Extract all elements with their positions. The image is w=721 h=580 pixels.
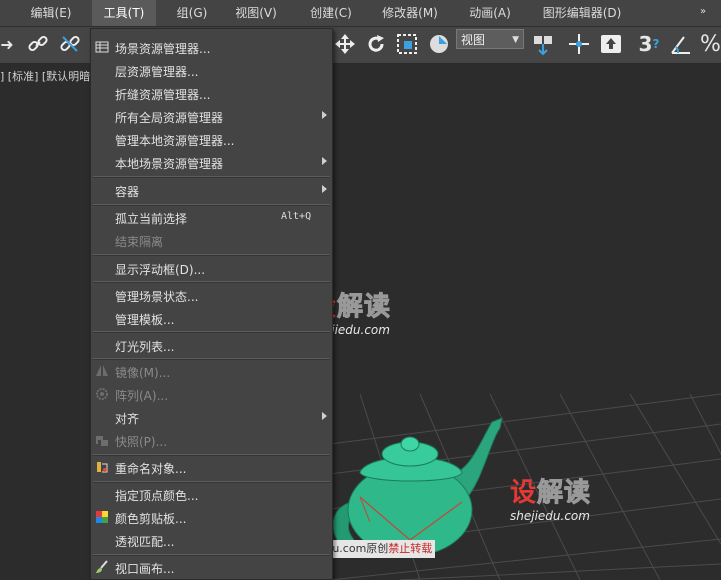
menu-item-label: 管理模板...	[115, 313, 175, 327]
menu-item-layer-explorer[interactable]: 层资源管理器...	[91, 59, 332, 82]
menu-item-display-floater[interactable]: 显示浮动框(D)...	[91, 257, 332, 280]
select-manipulate-icon[interactable]	[566, 31, 592, 57]
menu-item-label: 层资源管理器...	[115, 65, 199, 79]
menu-item-snapshot: 快照(P)...	[91, 429, 332, 452]
menu-item-mirror: 镜像(M)...	[91, 360, 332, 383]
unlink-icon[interactable]	[56, 31, 84, 57]
table-icon	[95, 41, 109, 53]
menu-item-containers[interactable]: 容器	[91, 179, 332, 202]
menu-item-label: 所有全局资源管理器	[115, 111, 224, 125]
watermark-en-2: shejiedu.com	[510, 509, 590, 523]
menu-item-manage-scene-states[interactable]: 管理场景状态...	[91, 284, 332, 307]
menu-item-isolate-selection[interactable]: 孤立当前选择 Alt+Q	[91, 206, 332, 229]
watermark-cn-2: 设解读	[510, 478, 592, 509]
menu-item-array: 阵列(A)...	[91, 383, 332, 406]
menu-create[interactable]: 创建(C)	[304, 0, 358, 26]
menu-view[interactable]: 视图(V)	[228, 0, 284, 26]
menu-item-crease-explorer[interactable]: 折缝资源管理器...	[91, 82, 332, 105]
snaps-dimension-label: 3	[638, 32, 653, 56]
menu-item-manage-local-explorers[interactable]: 管理本地资源管理器...	[91, 128, 332, 151]
menu-item-all-global-explorers[interactable]: 所有全局资源管理器	[91, 105, 332, 128]
pivot-center-icon[interactable]	[530, 31, 556, 57]
menu-item-label: 折缝资源管理器...	[115, 88, 211, 102]
menu-item-manage-templates[interactable]: 管理模板...	[91, 307, 332, 330]
menu-item-label: 场景资源管理器...	[115, 42, 211, 56]
credit-warning: 禁止转载	[388, 542, 433, 555]
menu-item-label: 管理场景状态...	[115, 290, 199, 304]
menu-item-label: 颜色剪贴板...	[115, 512, 187, 526]
menu-separator	[93, 281, 330, 283]
menu-item-align[interactable]: 对齐	[91, 406, 332, 429]
menu-item-label: 阵列(A)...	[115, 389, 169, 403]
menu-item-shortcut: Alt+Q	[281, 211, 312, 222]
submenu-arrow-icon	[322, 412, 327, 420]
snapshot-icon	[96, 436, 108, 446]
menu-separator	[93, 176, 330, 178]
array-icon	[96, 388, 108, 400]
menu-group[interactable]: 组(G)	[170, 0, 214, 26]
menu-graph-editors[interactable]: 图形编辑器(D)	[536, 0, 628, 26]
snaps-toggle-icon[interactable]: 3?	[636, 31, 662, 57]
menu-separator	[93, 331, 330, 333]
menu-item-scene-explorer[interactable]: 场景资源管理器...	[91, 36, 332, 59]
menu-tools[interactable]: 工具(T)	[92, 0, 156, 26]
mirror-icon	[96, 365, 108, 376]
menu-overflow-icon[interactable]: »	[700, 6, 706, 17]
move-icon[interactable]	[333, 31, 357, 57]
menu-item-rename-objects[interactable]: 重命名对象...	[91, 456, 332, 479]
menu-item-label: 重命名对象...	[115, 462, 187, 476]
menu-bar: 编辑(E) 工具(T) 组(G) 视图(V) 创建(C) 修改器(M) 动画(A…	[0, 0, 721, 27]
reference-coordinate-value: 视图	[461, 33, 486, 47]
scale-icon[interactable]	[394, 31, 420, 57]
menu-item-label: 对齐	[115, 412, 140, 426]
menu-item-label: 管理本地资源管理器...	[115, 134, 235, 148]
rename-icon	[97, 462, 108, 473]
menu-item-label: 指定顶点颜色...	[115, 489, 199, 503]
menu-item-label: 快照(P)...	[115, 435, 168, 449]
tools-menu: 场景资源管理器... 层资源管理器... 折缝资源管理器... 所有全局资源管理…	[90, 28, 333, 580]
menu-item-color-clipboard[interactable]: 颜色剪贴板...	[91, 506, 332, 529]
menu-item-label: 显示浮动框(D)...	[115, 263, 206, 277]
menu-item-label: 本地场景资源管理器	[115, 157, 224, 171]
menu-item-viewport-canvas[interactable]: 视口画布...	[91, 556, 332, 579]
menu-item-label: 孤立当前选择	[115, 212, 188, 226]
menu-item-perspective-match[interactable]: 透视匹配...	[91, 529, 332, 552]
menu-item-label: 透视匹配...	[115, 535, 175, 549]
menu-item-label: 灯光列表...	[115, 340, 175, 354]
menu-item-label: 容器	[115, 185, 140, 199]
submenu-arrow-icon	[322, 111, 327, 119]
menu-edit[interactable]: 编辑(E)	[24, 0, 78, 26]
arrow-right-icon[interactable]: ➜	[0, 31, 14, 57]
chevron-down-icon: ▼	[512, 35, 519, 45]
menu-item-assign-vertex-colors[interactable]: 指定顶点颜色...	[91, 483, 332, 506]
watermark-bottom: 设解读 shejiedu.com	[510, 472, 592, 524]
menu-item-end-isolate: 结束隔离	[91, 229, 332, 252]
keyboard-shortcut-override-icon[interactable]	[598, 31, 624, 57]
reference-coordinate-dropdown[interactable]: 视图 ▼	[456, 29, 524, 49]
submenu-arrow-icon	[322, 157, 327, 165]
menu-item-light-lister[interactable]: 灯光列表...	[91, 334, 332, 357]
color-clipboard-icon	[96, 511, 108, 523]
menu-animation[interactable]: 动画(A)	[462, 0, 518, 26]
menu-separator	[93, 254, 330, 256]
menu-item-local-scene-explorers[interactable]: 本地场景资源管理器	[91, 151, 332, 174]
menu-modifiers[interactable]: 修改器(M)	[376, 0, 444, 26]
menu-item-label: 镜像(M)...	[115, 366, 171, 380]
link-icon[interactable]	[24, 31, 52, 57]
rotate-icon[interactable]	[364, 31, 388, 57]
percent-snap-icon[interactable]: %	[700, 31, 721, 57]
brush-icon	[96, 560, 108, 573]
angle-snap-icon[interactable]	[668, 31, 694, 57]
menu-item-label: 视口画布...	[115, 562, 175, 576]
submenu-arrow-icon	[322, 185, 327, 193]
teapot-model[interactable]	[330, 412, 530, 552]
select-and-place-icon[interactable]	[426, 31, 452, 57]
menu-item-label: 结束隔离	[115, 235, 164, 249]
